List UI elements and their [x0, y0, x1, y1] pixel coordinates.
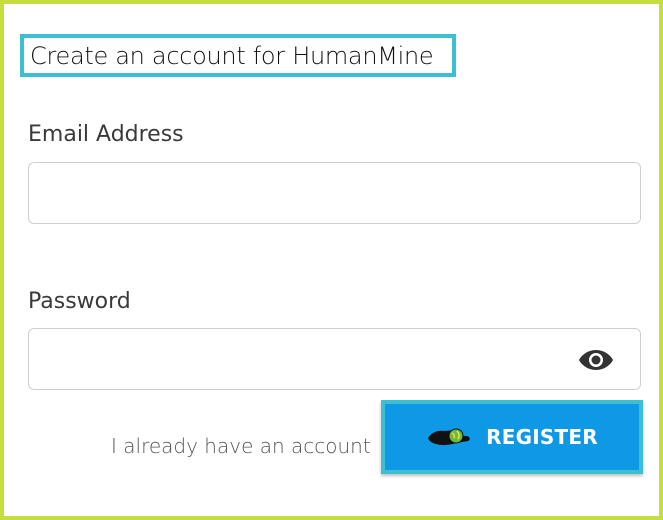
title-highlight: Create an account for HumanMine: [20, 34, 456, 77]
register-button[interactable]: REGISTER: [381, 400, 643, 474]
eye-icon[interactable]: [578, 348, 614, 372]
register-label: REGISTER: [486, 425, 598, 449]
already-have-account-link[interactable]: I already have an account: [111, 434, 371, 458]
hand-globe-icon: [428, 428, 470, 446]
email-field[interactable]: [28, 162, 641, 224]
password-field[interactable]: [28, 328, 641, 390]
registration-panel: Create an account for HumanMine Email Ad…: [0, 0, 663, 520]
page-title: Create an account for HumanMine: [30, 41, 434, 70]
email-label: Email Address: [28, 122, 184, 147]
password-label: Password: [28, 289, 131, 314]
